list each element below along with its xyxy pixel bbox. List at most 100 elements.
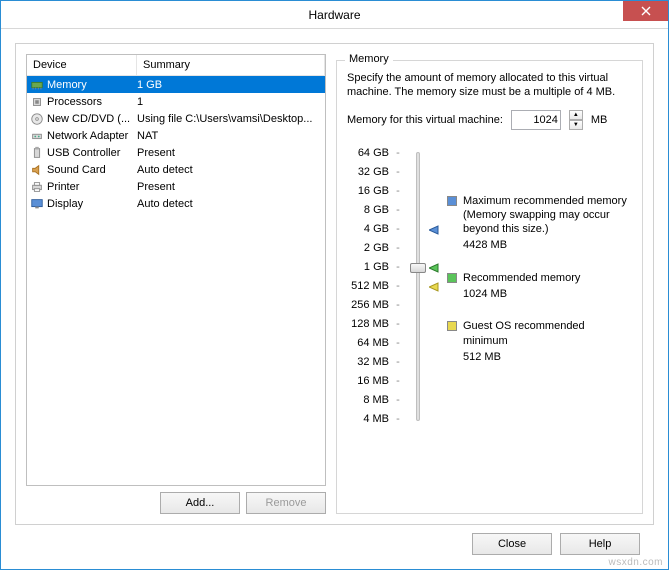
close-icon [641,6,651,16]
tick-label: 256 MB [347,296,389,315]
device-row[interactable]: Printer Present [27,178,325,195]
device-summary: Auto detect [137,198,323,210]
tick-dash: - [396,315,400,334]
usb-icon [29,145,45,161]
device-name: Sound Card [47,164,137,176]
tick-label: 4 GB [347,220,389,239]
column-header-summary[interactable]: Summary [137,55,325,75]
tick-dash: - [396,277,400,296]
device-summary: Using file C:\Users\vamsi\Desktop... [137,113,323,125]
memory-spinner[interactable]: ▲ ▼ [569,110,583,130]
device-name: Printer [47,181,137,193]
tick-dash: - [396,410,400,429]
spinner-down-icon[interactable]: ▼ [569,120,583,130]
tick-dash: - [396,334,400,353]
memory-slider[interactable] [407,144,429,429]
device-name: Memory [47,79,137,91]
memory-input[interactable] [511,110,561,130]
device-row[interactable]: Memory 1 GB [27,76,325,93]
legend-max-value: 4428 MB [463,238,632,252]
swatch-blue-icon [447,196,457,206]
tick-dash: - [396,220,400,239]
network-icon [29,128,45,144]
spinner-up-icon[interactable]: ▲ [569,110,583,120]
tick-label: 32 GB [347,163,389,182]
memory-unit: MB [591,114,608,126]
marker-green-icon [429,263,439,276]
cpu-icon [29,94,45,110]
tick-label: 1 GB [347,258,389,277]
memory-groupbox: Memory Specify the amount of memory allo… [336,60,643,514]
device-row[interactable]: Display Auto detect [27,195,325,212]
slider-thumb[interactable] [410,263,426,273]
swatch-yellow-icon [447,321,457,331]
add-button[interactable]: Add... [160,492,240,514]
device-row[interactable]: USB Controller Present [27,144,325,161]
device-row[interactable]: Sound Card Auto detect [27,161,325,178]
device-name: Display [47,198,137,210]
titlebar: Hardware [1,1,668,29]
tick-dash: - [396,239,400,258]
window-title: Hardware [308,8,360,22]
tick-dash: - [396,372,400,391]
sound-icon [29,162,45,178]
memory-field-label: Memory for this virtual machine: [347,114,503,126]
tick-label: 4 MB [347,410,389,429]
legend-max-sub: (Memory swapping may occur beyond this s… [463,208,632,237]
tick-label: 64 MB [347,334,389,353]
list-header: Device Summary [27,55,325,76]
close-window-button[interactable] [623,1,668,21]
tick-label: 16 GB [347,182,389,201]
tick-dash: - [396,182,400,201]
legend-rec-value: 1024 MB [463,287,580,301]
swatch-green-icon [447,273,457,283]
tick-label: 32 MB [347,353,389,372]
legend-min-value: 512 MB [463,350,632,364]
tick-label: 128 MB [347,315,389,334]
tick-dash: - [396,201,400,220]
display-icon [29,196,45,212]
device-name: USB Controller [47,147,137,159]
tick-label: 2 GB [347,239,389,258]
device-row[interactable]: Network Adapter NAT [27,127,325,144]
device-summary: NAT [137,130,323,142]
tick-label: 512 MB [347,277,389,296]
tick-dash: - [396,353,400,372]
tick-label: 64 GB [347,144,389,163]
tick-dash: - [396,258,400,277]
close-button[interactable]: Close [472,533,552,555]
device-row[interactable]: Processors 1 [27,93,325,110]
device-summary: 1 GB [137,79,323,91]
tick-dash: - [396,163,400,182]
device-name: New CD/DVD (... [47,113,137,125]
tick-dash: - [396,296,400,315]
device-summary: 1 [137,96,323,108]
legend-max-title: Maximum recommended memory [463,194,632,208]
device-summary: Present [137,181,323,193]
device-summary: Auto detect [137,164,323,176]
disc-icon [29,111,45,127]
groupbox-title: Memory [345,53,393,65]
legend-min-title: Guest OS recommended minimum [463,319,632,348]
device-summary: Present [137,147,323,159]
remove-button[interactable]: Remove [246,492,326,514]
tick-label: 8 GB [347,201,389,220]
slider-track [416,152,420,421]
legend-rec-title: Recommended memory [463,271,580,285]
device-row[interactable]: New CD/DVD (... Using file C:\Users\vams… [27,110,325,127]
help-button[interactable]: Help [560,533,640,555]
device-name: Processors [47,96,137,108]
memory-description: Specify the amount of memory allocated t… [347,71,632,100]
marker-blue-icon [429,225,439,238]
memory-icon [29,77,45,93]
device-list[interactable]: Device Summary Memory 1 GB Processors 1 … [26,54,326,486]
device-name: Network Adapter [47,130,137,142]
column-header-device[interactable]: Device [27,55,137,75]
watermark: wsxdn.com [608,557,663,568]
tick-label: 8 MB [347,391,389,410]
printer-icon [29,179,45,195]
tick-label: 16 MB [347,372,389,391]
marker-yellow-icon [429,282,439,295]
tick-dash: - [396,144,400,163]
tick-dash: - [396,391,400,410]
